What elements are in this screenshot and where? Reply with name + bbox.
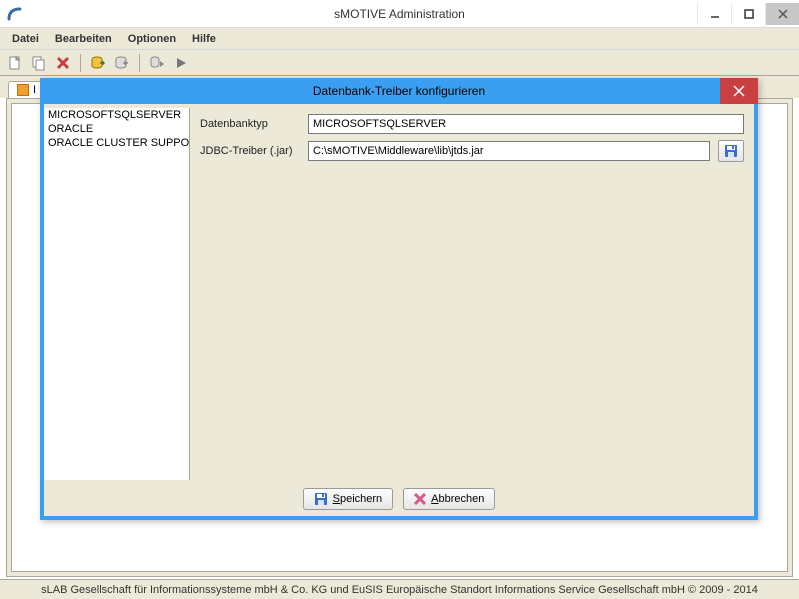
statusbar-text: sLAB Gesellschaft für Informationssystem… (41, 584, 758, 596)
menu-help[interactable]: Hilfe (186, 31, 222, 47)
play-icon[interactable] (172, 54, 190, 72)
app-icon (6, 5, 24, 23)
menu-file[interactable]: Datei (6, 31, 45, 47)
save-icon (314, 492, 328, 506)
copy-icon[interactable] (30, 54, 48, 72)
list-item[interactable]: MICROSOFTSQLSERVER (44, 108, 189, 122)
save-driver-button[interactable] (718, 140, 744, 162)
minimize-button[interactable] (697, 3, 731, 25)
dialog-title: Datenbank-Treiber konfigurieren (313, 84, 485, 98)
list-item[interactable]: ORACLE CLUSTER SUPPORT (44, 136, 189, 150)
cancel-icon (414, 493, 426, 505)
window-buttons (697, 3, 799, 25)
dialog-button-bar: Speichern Abbrechen (44, 488, 754, 510)
delete-icon[interactable] (54, 54, 72, 72)
window-title: sMOTIVE Administration (334, 7, 465, 21)
database-out-icon[interactable] (113, 54, 131, 72)
new-icon[interactable] (6, 54, 24, 72)
jdbc-input[interactable] (308, 141, 710, 161)
maximize-button[interactable] (731, 3, 765, 25)
save-icon (724, 144, 738, 158)
menu-options[interactable]: Optionen (122, 31, 182, 47)
statusbar: sLAB Gesellschaft für Informationssystem… (0, 579, 799, 599)
jdbc-label: JDBC-Treiber (.jar) (200, 145, 300, 157)
dialog-configure-db-driver: Datenbank-Treiber konfigurieren MICROSOF… (40, 78, 758, 520)
driver-listbox[interactable]: MICROSOFTSQLSERVER ORACLE ORACLE CLUSTER… (44, 108, 190, 480)
toolbar-separator (139, 54, 140, 72)
dialog-titlebar: Datenbank-Treiber konfigurieren (40, 78, 758, 104)
list-item[interactable]: ORACLE (44, 122, 189, 136)
window-titlebar: sMOTIVE Administration (0, 0, 799, 28)
toolbar-separator (80, 54, 81, 72)
close-button[interactable] (765, 3, 799, 25)
dbtype-input[interactable] (308, 114, 744, 134)
tab-label: I (33, 84, 36, 96)
save-button[interactable]: Speichern (303, 488, 394, 510)
database-in-icon[interactable] (89, 54, 107, 72)
menu-edit[interactable]: Bearbeiten (49, 31, 118, 47)
tab-icon (17, 84, 29, 96)
save-button-label: Speichern (333, 493, 383, 505)
driver-form: Datenbanktyp JDBC-Treiber (.jar) (190, 108, 754, 480)
dialog-body: MICROSOFTSQLSERVER ORACLE ORACLE CLUSTER… (44, 108, 754, 480)
toolbar (0, 50, 799, 76)
dialog-close-button[interactable] (720, 78, 758, 104)
dbtype-label: Datenbanktyp (200, 118, 300, 130)
menubar: Datei Bearbeiten Optionen Hilfe (0, 28, 799, 50)
cancel-button-label: Abbrechen (431, 493, 484, 505)
cancel-button[interactable]: Abbrechen (403, 488, 495, 510)
database-play-icon[interactable] (148, 54, 166, 72)
